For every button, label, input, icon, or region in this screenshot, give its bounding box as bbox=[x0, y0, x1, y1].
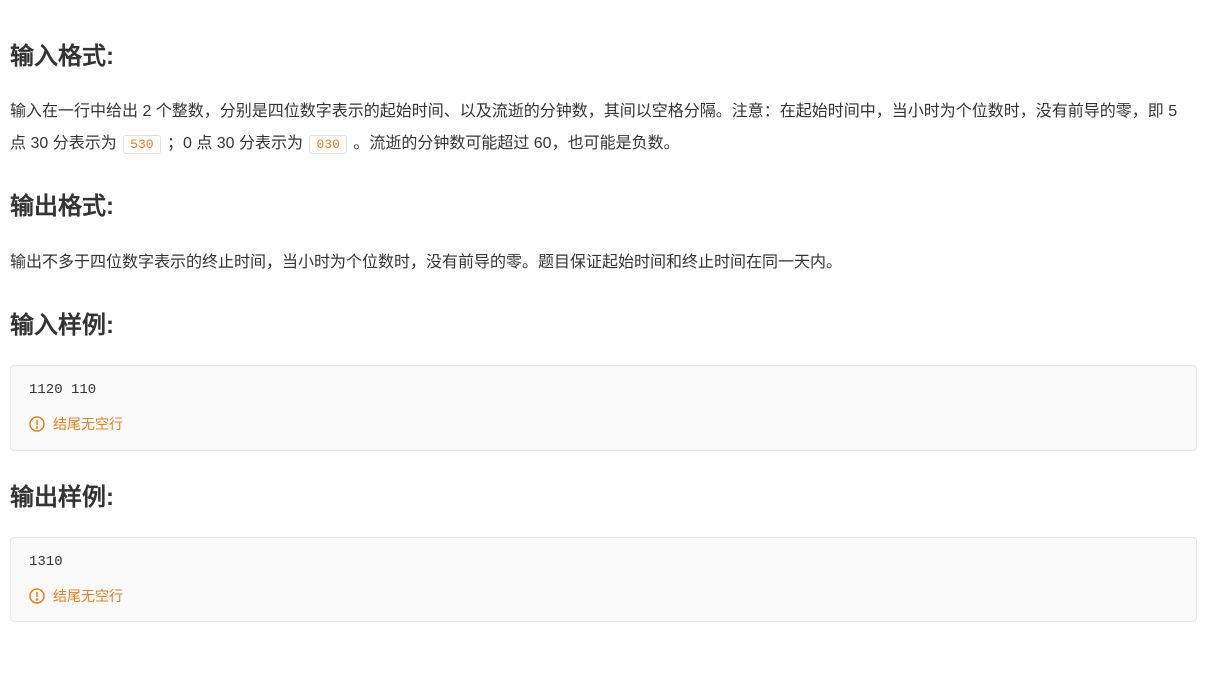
exclamation-circle-icon bbox=[29, 416, 45, 432]
exclamation-circle-icon bbox=[29, 588, 45, 604]
input-sample-block: 1120 110 结尾无空行 bbox=[10, 365, 1197, 450]
output-sample-block: 1310 结尾无空行 bbox=[10, 537, 1197, 622]
output-sample-heading: 输出样例: bbox=[10, 479, 1197, 517]
input-format-heading: 输入格式: bbox=[10, 38, 1197, 76]
inline-code-030: 030 bbox=[309, 135, 346, 154]
input-sample-heading: 输入样例: bbox=[10, 307, 1197, 345]
output-format-heading: 输出格式: bbox=[10, 188, 1197, 226]
warning-row: 结尾无空行 bbox=[29, 413, 1178, 435]
input-sample-code: 1120 110 bbox=[29, 380, 1178, 401]
warning-text: 结尾无空行 bbox=[53, 413, 123, 435]
input-format-text-2: ；0 点 30 分表示为 bbox=[163, 135, 308, 152]
warning-text: 结尾无空行 bbox=[53, 585, 123, 607]
input-format-paragraph: 输入在一行中给出 2 个整数，分别是四位数字表示的起始时间、以及流逝的分钟数，其… bbox=[10, 96, 1197, 160]
warning-row: 结尾无空行 bbox=[29, 585, 1178, 607]
output-format-paragraph: 输出不多于四位数字表示的终止时间，当小时为个位数时，没有前导的零。题目保证起始时… bbox=[10, 247, 1197, 279]
inline-code-530: 530 bbox=[123, 135, 160, 154]
output-sample-code: 1310 bbox=[29, 552, 1178, 573]
input-format-text-3: 。流逝的分钟数可能超过 60，也可能是负数。 bbox=[349, 135, 680, 152]
